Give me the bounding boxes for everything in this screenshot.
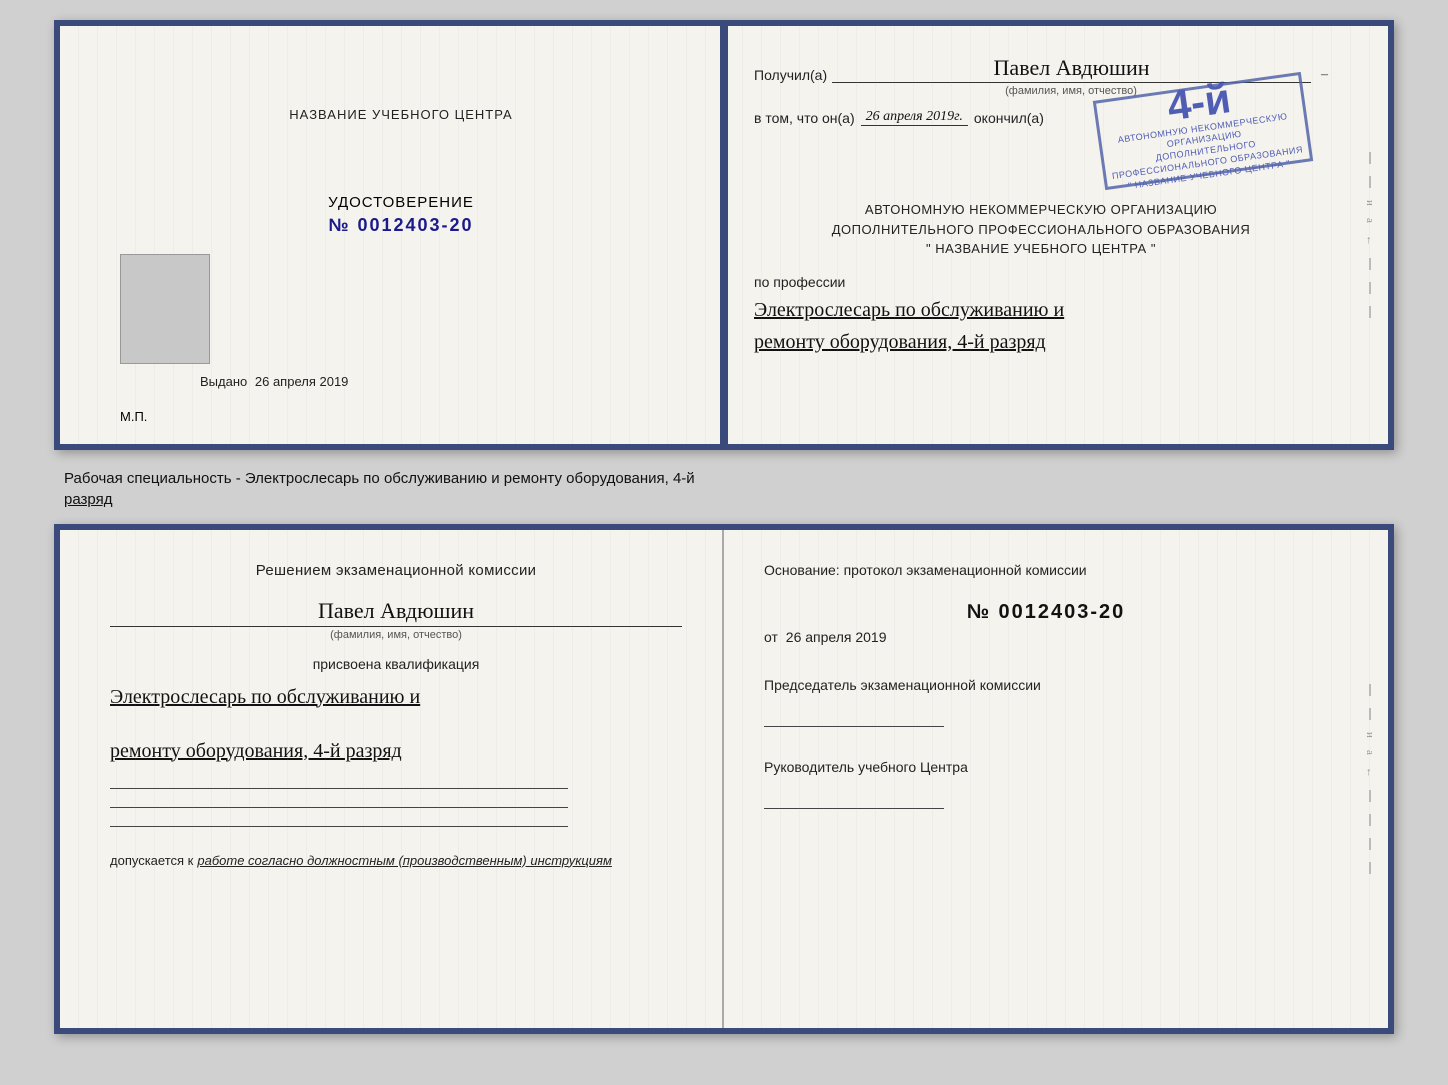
center-name-inline: НАЗВАНИЕ УЧЕБНОГО ЦЕНТРА <box>935 241 1146 256</box>
predsedatel-signature-line <box>764 726 944 727</box>
avtonomnuyu-line3: " НАЗВАНИЕ УЧЕБНОГО ЦЕНТРА " <box>754 239 1328 259</box>
bside-letter-i: и <box>1364 732 1376 738</box>
side-dash-5 <box>1369 306 1371 318</box>
ot-line: от 26 апреля 2019 <box>764 629 1328 645</box>
middle-text-block: Рабочая специальность - Электрослесарь п… <box>54 460 1394 514</box>
bside-letter-a: а <box>1364 750 1376 755</box>
doc-spine <box>720 26 728 444</box>
avtonomnuyu-block: АВТОНОМНУЮ НЕКОММЕРЧЕСКУЮ ОРГАНИЗАЦИЮ ДО… <box>754 200 1328 259</box>
dopuskaetsya-block: допускается к работе согласно должностны… <box>110 852 682 870</box>
prisvoena-label: присвоена квалификация <box>110 656 682 672</box>
bottom-fio-label: (фамилия, имя, отчество) <box>110 629 682 641</box>
resheniyem-label: Решением экзаменационной комиссии <box>110 560 682 583</box>
udostoverenie-label: УДОСТОВЕРЕНИЕ <box>328 194 474 211</box>
predsedatel-label: Председатель экзаменационной комиссии <box>764 675 1328 696</box>
poluchil-label: Получил(a) <box>754 67 827 83</box>
doc-top-left-page: НАЗВАНИЕ УЧЕБНОГО ЦЕНТРА УДОСТОВЕРЕНИЕ №… <box>60 26 724 444</box>
dopuskaetsya-value: работе согласно должностным (производств… <box>197 853 612 868</box>
doc-bottom-left-page: Решением экзаменационной комиссии Павел … <box>60 530 724 1028</box>
photo-placeholder <box>120 254 210 364</box>
side-dash-4 <box>1369 282 1371 294</box>
side-dash-3 <box>1369 258 1371 270</box>
po-professii-block: по профессии Электрослесарь по обслужива… <box>754 274 1328 358</box>
bside-dash-5 <box>1369 838 1371 850</box>
recipient-name: Павел Авдюшин <box>832 56 1311 83</box>
profession-line1: Электрослесарь по обслуживанию и <box>754 294 1328 326</box>
right-side-decorations: и а ← <box>1360 26 1380 444</box>
rukovoditel-block: Руководитель учебного Центра <box>764 757 1328 814</box>
vtom-date: 26 апреля 2019г. <box>861 109 968 126</box>
bside-dash-2 <box>1369 708 1371 720</box>
udostoverenie-block: УДОСТОВЕРЕНИЕ № 0012403-20 <box>328 194 474 236</box>
bside-dash-4 <box>1369 814 1371 826</box>
bottom-profession-line1: Электрослесарь по обслуживанию и <box>110 680 682 714</box>
middle-text-line2: разряд <box>64 489 1394 510</box>
side-letter-arrow: ← <box>1364 235 1376 246</box>
bottom-right-side-decorations: и а ← <box>1360 530 1380 1028</box>
bside-dash-3 <box>1369 790 1371 802</box>
okonchil-label: окончил(a) <box>974 110 1044 126</box>
ot-label: от <box>764 629 778 645</box>
sig-line-1 <box>110 788 568 789</box>
vydano-label: Выдано <box>200 374 247 389</box>
rukovoditel-label: Руководитель учебного Центра <box>764 757 1328 778</box>
avtonomnuyu-line1: АВТОНОМНУЮ НЕКОММЕРЧЕСКУЮ ОРГАНИЗАЦИЮ <box>754 200 1328 220</box>
mp-label: М.П. <box>120 409 147 424</box>
training-center-label: НАЗВАНИЕ УЧЕБНОГО ЦЕНТРА <box>289 107 512 122</box>
bottom-profession-line2: ремонту оборудования, 4-й разряд <box>110 734 682 768</box>
signature-lines <box>110 788 682 827</box>
training-center-block: НАЗВАНИЕ УЧЕБНОГО ЦЕНТРА <box>289 106 512 124</box>
bside-letter-arrow: ← <box>1364 767 1376 778</box>
bottom-recipient-name: Павел Авдюшин <box>110 598 682 627</box>
rukovoditel-signature-line <box>764 808 944 809</box>
side-letter-i: и <box>1364 200 1376 206</box>
doc-top-right-page: 4-й АВТОНОМНУЮ НЕКОММЕРЧЕСКУЮ ОРГАНИЗАЦИ… <box>724 26 1388 444</box>
bside-dash-1 <box>1369 684 1371 696</box>
sig-line-3 <box>110 826 568 827</box>
profession-line2: ремонту оборудования, 4-й разряд <box>754 326 1328 358</box>
dopuskaetsya-label: допускается к <box>110 853 193 868</box>
vydano-date: 26 апреля 2019 <box>255 374 349 389</box>
doc-bottom-right-page: Основание: протокол экзаменационной коми… <box>724 530 1388 1028</box>
dash: – <box>1321 67 1328 83</box>
predsedatel-block: Председатель экзаменационной комиссии <box>764 675 1328 732</box>
bside-dash-6 <box>1369 862 1371 874</box>
page-wrapper: НАЗВАНИЕ УЧЕБНОГО ЦЕНТРА УДОСТОВЕРЕНИЕ №… <box>0 0 1448 1085</box>
osnovanie-label: Основание: протокол экзаменационной коми… <box>764 560 1328 581</box>
po-professii-label: по профессии <box>754 274 1328 290</box>
sig-line-2 <box>110 807 568 808</box>
avtonomnuyu-line2: ДОПОЛНИТЕЛЬНОГО ПРОФЕССИОНАЛЬНОГО ОБРАЗО… <box>754 220 1328 240</box>
udostoverenie-number: № 0012403-20 <box>328 215 473 235</box>
vydano-line: Выдано 26 апреля 2019 <box>200 374 348 389</box>
document-top: НАЗВАНИЕ УЧЕБНОГО ЦЕНТРА УДОСТОВЕРЕНИЕ №… <box>54 20 1394 450</box>
ot-date: 26 апреля 2019 <box>786 629 887 645</box>
middle-text-line1: Рабочая специальность - Электрослесарь п… <box>64 468 1394 489</box>
protokol-number: № 0012403-20 <box>764 601 1328 624</box>
side-dash-1 <box>1369 152 1371 164</box>
document-bottom: Решением экзаменационной комиссии Павел … <box>54 524 1394 1034</box>
side-letter-a: а <box>1364 218 1376 223</box>
vtom-label: в том, что он(a) <box>754 110 855 126</box>
side-dash-2 <box>1369 176 1371 188</box>
